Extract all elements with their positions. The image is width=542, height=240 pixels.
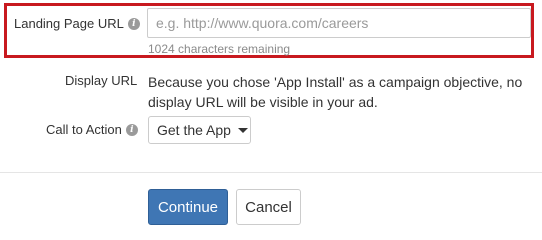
call-to-action-value: Get the App	[157, 122, 231, 138]
info-icon[interactable]: i	[127, 17, 140, 30]
characters-remaining: 1024 characters remaining	[148, 42, 291, 56]
form-divider	[0, 172, 542, 173]
display-url-label: Display URL	[65, 73, 138, 88]
call-to-action-select[interactable]: Get the App	[148, 116, 251, 144]
landing-page-url-label: Landing Page URL	[14, 16, 124, 31]
info-icon[interactable]: i	[125, 123, 138, 136]
call-to-action-label-row: Call to Action i	[46, 122, 138, 137]
landing-page-url-label-row: Landing Page URL i	[14, 16, 140, 31]
call-to-action-label: Call to Action	[46, 122, 122, 137]
display-url-notice: Because you chose 'App Install' as a cam…	[148, 74, 523, 110]
cancel-button[interactable]: Cancel	[236, 189, 301, 225]
continue-button[interactable]: Continue	[148, 189, 228, 225]
landing-page-url-input[interactable]	[147, 8, 531, 38]
caret-down-icon	[237, 127, 248, 133]
